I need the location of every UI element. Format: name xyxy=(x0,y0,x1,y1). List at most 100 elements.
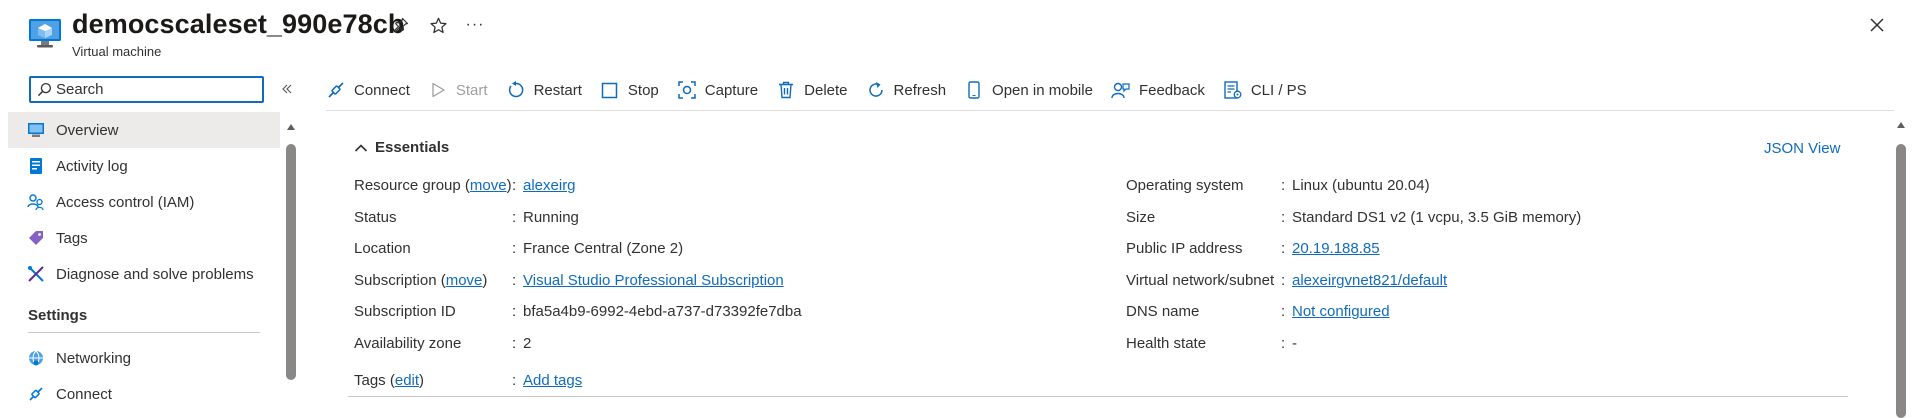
sidebar-item-diagnose[interactable]: Diagnose and solve problems xyxy=(8,256,280,292)
sidebar-item-label: Networking xyxy=(56,349,132,367)
open-in-mobile-button[interactable]: Open in mobile xyxy=(964,76,1093,104)
subscription-value-link[interactable]: Visual Studio Professional Subscription xyxy=(523,272,784,289)
health-state-label: Health state xyxy=(1126,335,1207,352)
vnet-link[interactable]: alexeirgvnet821/default xyxy=(1292,272,1447,289)
sidebar-item-connect[interactable]: Connect xyxy=(8,376,280,412)
edit-tags-link[interactable]: edit xyxy=(395,372,419,389)
colon: : xyxy=(512,372,517,389)
subscription-id-label: Subscription ID xyxy=(354,303,456,320)
sidebar-item-label: Activity log xyxy=(56,157,128,175)
scroll-up-icon[interactable] xyxy=(286,122,296,132)
json-view-link[interactable]: JSON View xyxy=(1764,140,1840,157)
sidebar-item-label: Access control (IAM) xyxy=(56,193,195,211)
capture-icon xyxy=(677,80,697,100)
iam-icon xyxy=(26,192,46,212)
main-scroll-thumb[interactable] xyxy=(1896,144,1906,418)
virtual-machine-icon xyxy=(29,19,61,48)
resource-group-label: Resource group (move) xyxy=(354,177,512,194)
play-icon xyxy=(428,80,448,100)
colon: : xyxy=(1281,335,1286,352)
capture-button-label: Capture xyxy=(704,81,759,99)
ellipsis-icon[interactable]: ··· xyxy=(464,14,486,36)
move-resource-group-link[interactable]: move xyxy=(470,177,507,194)
feedback-button-label: Feedback xyxy=(1138,81,1205,99)
status-label: Status xyxy=(354,209,397,226)
essentials-toggle[interactable]: Essentials xyxy=(354,139,449,156)
resource-group-label-text: Resource group xyxy=(354,177,461,194)
delete-button[interactable]: Delete xyxy=(776,76,848,104)
sidebar-divider xyxy=(28,332,260,333)
colon: : xyxy=(512,303,517,320)
overview-icon xyxy=(26,120,46,140)
sidebar-item-networking[interactable]: Networking xyxy=(8,340,280,376)
move-subscription-link[interactable]: move xyxy=(446,272,483,289)
pin-icon[interactable] xyxy=(390,14,412,36)
stop-icon xyxy=(600,80,620,100)
open-in-mobile-label: Open in mobile xyxy=(992,81,1093,99)
os-label: Operating system xyxy=(1126,177,1244,194)
feedback-button[interactable]: Feedback xyxy=(1111,76,1205,104)
stop-button[interactable]: Stop xyxy=(600,76,659,104)
public-ip-link[interactable]: 20.19.188.85 xyxy=(1292,240,1380,257)
availability-zone-value: 2 xyxy=(523,335,532,352)
delete-icon xyxy=(776,80,796,100)
add-tags-link[interactable]: Add tags xyxy=(523,372,582,389)
close-icon[interactable] xyxy=(1864,12,1890,38)
resource-group-value-link[interactable]: alexeirg xyxy=(523,177,576,194)
page-subtitle: Virtual machine xyxy=(72,44,162,59)
size-label: Size xyxy=(1126,209,1156,226)
start-button-label: Start xyxy=(455,81,488,99)
connect-icon xyxy=(26,384,46,404)
connect-button[interactable]: Connect xyxy=(326,76,410,104)
page-title: democscaleset_990e78cb xyxy=(72,9,405,39)
sidebar-item-iam[interactable]: Access control (IAM) xyxy=(8,184,280,220)
subscription-label: Subscription (move) xyxy=(354,272,488,289)
search-input[interactable] xyxy=(56,81,246,98)
restart-button[interactable]: Restart xyxy=(506,76,582,104)
stop-button-label: Stop xyxy=(627,81,659,99)
sidebar-item-activity-log[interactable]: Activity log xyxy=(8,148,280,184)
colon: : xyxy=(1281,240,1286,257)
essentials-divider xyxy=(348,396,1848,397)
command-bar: Connect Start Restart Stop Capture Delet… xyxy=(326,76,1325,104)
sidebar-item-label: Tags xyxy=(56,229,88,247)
dns-link[interactable]: Not configured xyxy=(1292,303,1390,320)
start-button[interactable]: Start xyxy=(428,76,488,104)
feedback-icon xyxy=(1111,80,1131,100)
colon: : xyxy=(1281,209,1286,226)
refresh-button[interactable]: Refresh xyxy=(866,76,946,104)
restart-button-label: Restart xyxy=(533,81,582,99)
colon: : xyxy=(512,335,517,352)
collapse-sidebar-icon[interactable] xyxy=(278,80,296,98)
restart-icon xyxy=(506,80,526,100)
health-state-value: - xyxy=(1292,335,1297,352)
sidebar-item-overview[interactable]: Overview xyxy=(8,112,280,148)
os-value: Linux (ubuntu 20.04) xyxy=(1292,177,1430,194)
colon: : xyxy=(512,177,517,194)
networking-icon xyxy=(26,348,46,368)
vnet-label: Virtual network/subnet xyxy=(1126,272,1275,289)
capture-button[interactable]: Capture xyxy=(677,76,758,104)
search-box[interactable] xyxy=(29,76,264,103)
tags-label-text: Tags xyxy=(354,372,386,389)
subscription-label-text: Subscription xyxy=(354,272,437,289)
essentials-title: Essentials xyxy=(375,139,450,156)
tags-label: Tags (edit) xyxy=(354,372,425,389)
connect-icon xyxy=(326,80,346,100)
toolbar-divider xyxy=(326,110,1894,111)
sidebar-scrollbar[interactable] xyxy=(284,122,298,418)
colon: : xyxy=(512,240,517,257)
search-icon xyxy=(37,82,52,97)
diagnose-icon xyxy=(26,264,46,284)
sidebar-item-label: Connect xyxy=(56,385,112,403)
sidebar-section-settings: Settings xyxy=(28,307,88,324)
sidebar-scroll-thumb[interactable] xyxy=(286,144,296,380)
connect-button-label: Connect xyxy=(354,81,410,99)
sidebar-item-tags[interactable]: Tags xyxy=(8,220,280,256)
availability-zone-label: Availability zone xyxy=(354,335,462,352)
public-ip-label: Public IP address xyxy=(1126,240,1243,257)
main-scrollbar[interactable] xyxy=(1894,120,1908,418)
cli-ps-button[interactable]: CLI / PS xyxy=(1223,76,1307,104)
scroll-up-icon[interactable] xyxy=(1896,120,1906,130)
star-icon[interactable] xyxy=(427,14,449,36)
